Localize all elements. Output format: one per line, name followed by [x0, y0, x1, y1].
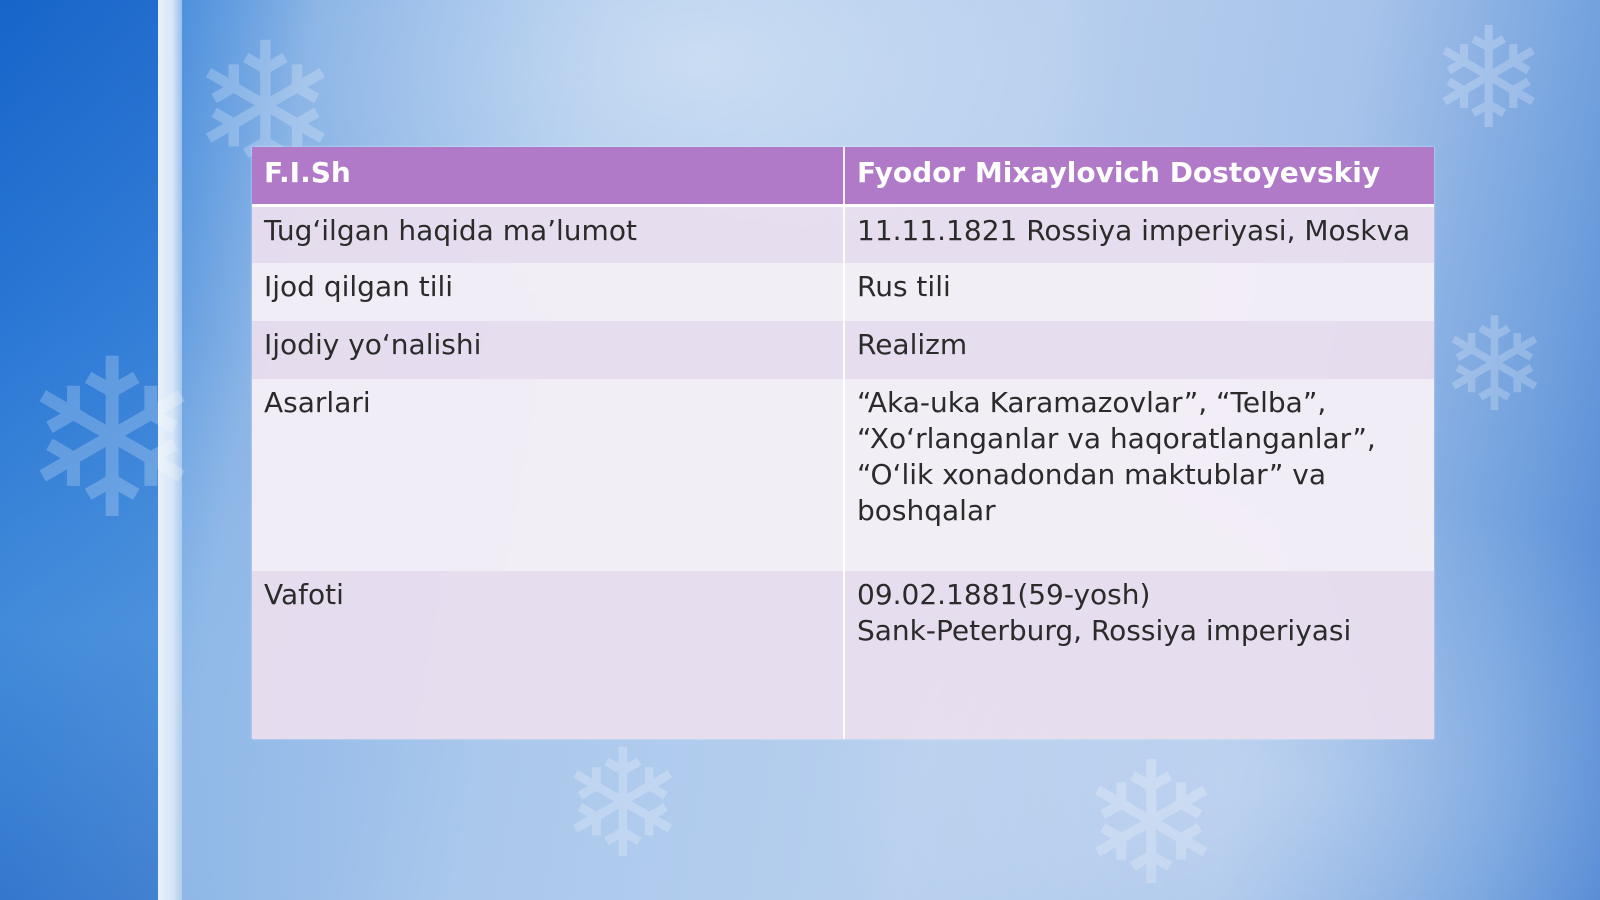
value-line: 11.11.1821 Rossiya imperiyasi, Moskva: [857, 213, 1411, 247]
table-row: Ijod qilgan tili Rus tili: [252, 263, 1434, 321]
slide: ❄ ❄ ❄ ❄ ❄ ❄ F.I.Sh Fyodor Mixaylovich Do…: [0, 0, 1600, 900]
table-header-row: F.I.Sh Fyodor Mixaylovich Dostoyevskiy: [252, 147, 1434, 207]
value-line: Sank-Peterburg, Rossiya imperiyasi: [857, 614, 1352, 647]
snowflake-icon: ❄: [560, 718, 686, 892]
row-label: Vafoti: [252, 571, 844, 739]
table-row: Tug‘ilgan haqida ma’lumot 11.11.1821 Ros…: [252, 205, 1434, 263]
snowflake-icon: ❄: [20, 312, 205, 568]
snowflake-icon: ❄: [1080, 726, 1223, 900]
row-value: 11.11.1821 Rossiya imperiyasi, Moskva: [843, 205, 1434, 263]
row-label: Ijodiy yo‘nalishi: [252, 321, 844, 379]
value-line: Rus tili: [857, 270, 951, 303]
info-table: F.I.Sh Fyodor Mixaylovich Dostoyevskiy T…: [252, 147, 1434, 739]
row-value: Realizm: [843, 321, 1434, 379]
row-value: 09.02.1881(59-yosh) Sank-Peterburg, Ross…: [843, 571, 1434, 739]
row-label: Asarlari: [252, 379, 844, 571]
value-line: “Xo‘rlanganlar va haqoratlanganlar”,: [857, 422, 1376, 455]
value-line: 09.02.1881(59-yosh): [857, 578, 1151, 611]
row-label: Tug‘ilgan haqida ma’lumot: [252, 205, 844, 263]
table-row: Vafoti 09.02.1881(59-yosh) Sank-Peterbur…: [252, 571, 1434, 739]
row-label: Ijod qilgan tili: [252, 263, 844, 321]
snowflake-icon: ❄: [1440, 289, 1549, 441]
row-value: Rus tili: [843, 263, 1434, 321]
row-value: “Aka-uka Karamazovlar”, “Telba”, “Xo‘rla…: [843, 379, 1434, 571]
value-line: “O‘lik xonadondan maktublar” va: [857, 458, 1326, 491]
table-row: Ijodiy yo‘nalishi Realizm: [252, 321, 1434, 379]
value-line: Realizm: [857, 328, 968, 361]
snowflake-icon: ❄: [1430, 0, 1548, 161]
value-line: boshqalar: [857, 494, 996, 527]
value-line: “Aka-uka Karamazovlar”, “Telba”,: [857, 386, 1327, 419]
table-row: Asarlari “Aka-uka Karamazovlar”, “Telba”…: [252, 379, 1434, 571]
header-cell-label: F.I.Sh: [252, 147, 844, 207]
header-cell-value: Fyodor Mixaylovich Dostoyevskiy: [843, 147, 1434, 207]
